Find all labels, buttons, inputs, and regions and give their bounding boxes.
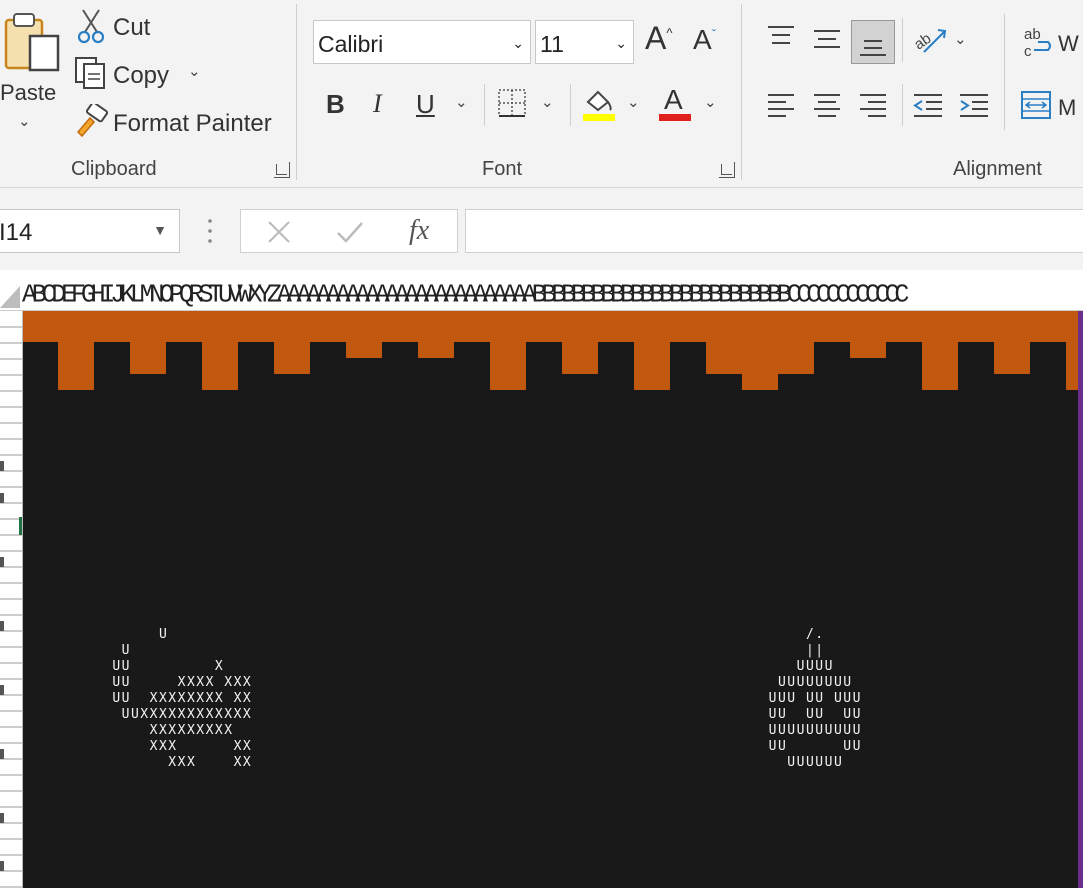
copy-button[interactable]: Copy xyxy=(113,62,169,90)
underline-button[interactable]: U xyxy=(416,89,435,120)
alignment-separator xyxy=(1004,14,1005,130)
alignment-separator xyxy=(902,18,903,62)
svg-text:ab: ab xyxy=(1024,26,1041,43)
paste-icon[interactable] xyxy=(2,12,60,72)
name-box[interactable]: I14 ▼ xyxy=(0,209,180,253)
formula-input[interactable] xyxy=(465,209,1083,253)
enemy-sprite-right: /. || UUUU UUUUUUUU UUU UU UUU UU UU UU … xyxy=(768,627,862,770)
game-canvas: U U UU X UU XXXX XXX UU XXXXXXXX XX UUXX… xyxy=(23,311,1078,888)
paste-button[interactable]: Paste xyxy=(0,80,56,106)
borders-icon[interactable] xyxy=(497,88,527,118)
bold-button[interactable]: B xyxy=(326,89,345,120)
cut-button[interactable]: Cut xyxy=(113,14,150,42)
fill-color-dropdown-chevron-icon[interactable]: ⌄ xyxy=(627,93,640,111)
orientation-dropdown-chevron-icon[interactable]: ⌄ xyxy=(954,30,967,48)
align-left-icon[interactable] xyxy=(766,92,796,118)
font-size-combo[interactable]: 11 ⌄ xyxy=(535,20,634,64)
format-painter-button[interactable]: Format Painter xyxy=(113,110,272,138)
merge-center-button[interactable]: M xyxy=(1058,95,1076,121)
font-separator xyxy=(484,84,485,126)
name-box-value: I14 xyxy=(0,219,33,246)
font-name-value: Calibri xyxy=(318,31,384,57)
ribbon-separator xyxy=(296,4,297,180)
alignment-group-label: Alignment xyxy=(953,158,1042,180)
vertical-dots-icon[interactable] xyxy=(206,216,214,246)
cut-icon[interactable] xyxy=(77,8,105,44)
select-all-corner-icon[interactable] xyxy=(0,280,22,310)
clipboard-dialog-launcher-icon[interactable] xyxy=(274,162,290,178)
wrap-text-icon[interactable]: ab c xyxy=(1022,24,1056,60)
underline-dropdown-chevron-icon[interactable]: ⌄ xyxy=(455,93,468,111)
align-right-icon[interactable] xyxy=(858,92,888,118)
svg-text:ab: ab xyxy=(912,30,934,53)
insert-function-fx-icon[interactable]: fx xyxy=(409,215,429,247)
column-headers[interactable]: ABCDEFGHIJKLMNOPQRSTUVWXYZAAAAAAAAAAAAAA… xyxy=(0,270,1083,311)
font-dialog-launcher-icon[interactable] xyxy=(719,162,735,178)
copy-dropdown-chevron-icon[interactable]: ⌄ xyxy=(188,62,201,80)
chevron-down-icon[interactable]: ▼ xyxy=(153,222,167,238)
copy-icon[interactable] xyxy=(74,56,108,90)
svg-text:c: c xyxy=(1024,43,1032,60)
player-sprite-left: U U UU X UU XXXX XXX UU XXXXXXXX XX UUXX… xyxy=(112,627,253,770)
font-group-label: Font xyxy=(482,158,523,180)
decrease-font-size-icon[interactable]: Aˇ xyxy=(693,24,716,56)
font-color-swatch xyxy=(659,114,691,121)
row-headers[interactable] xyxy=(0,311,23,888)
format-painter-icon[interactable] xyxy=(74,101,109,138)
paste-dropdown-chevron-icon[interactable]: ⌄ xyxy=(18,112,31,130)
chevron-down-icon: ⌄ xyxy=(615,35,627,51)
font-name-combo[interactable]: Calibri ⌄ xyxy=(313,20,531,64)
formula-buttons: fx xyxy=(240,209,458,253)
increase-font-size-icon[interactable]: A^ xyxy=(645,20,672,57)
bottom-align-icon[interactable] xyxy=(851,20,895,64)
font-color-button[interactable]: A xyxy=(664,84,683,116)
increase-indent-icon[interactable] xyxy=(958,92,990,118)
column-header-letters: ABCDEFGHIJKLMNOPQRSTUVWXYZAAAAAAAAAAAAAA… xyxy=(22,279,909,310)
borders-dropdown-chevron-icon[interactable]: ⌄ xyxy=(541,93,554,111)
italic-button[interactable]: I xyxy=(373,89,382,119)
skyline xyxy=(23,311,1078,390)
font-separator xyxy=(570,84,571,126)
wrap-text-button[interactable]: W xyxy=(1058,31,1079,57)
cancel-icon[interactable] xyxy=(265,218,293,251)
alignment-separator xyxy=(902,84,903,126)
ribbon: Paste ⌄ Cut Copy ⌄ Format Painter Clipbo… xyxy=(0,0,1083,188)
row-header-ticks xyxy=(0,326,22,888)
decrease-indent-icon[interactable] xyxy=(912,92,944,118)
top-align-icon[interactable] xyxy=(766,24,796,48)
font-color-dropdown-chevron-icon[interactable]: ⌄ xyxy=(704,93,717,111)
merge-center-icon[interactable] xyxy=(1020,90,1052,120)
chevron-down-icon: ⌄ xyxy=(512,35,524,51)
enter-check-icon[interactable] xyxy=(335,218,365,251)
orientation-icon[interactable]: ab xyxy=(911,22,948,56)
middle-align-icon[interactable] xyxy=(812,28,842,52)
align-center-icon[interactable] xyxy=(812,92,842,118)
ribbon-separator xyxy=(741,4,742,180)
font-size-value: 11 xyxy=(540,31,564,57)
sheet-right-border xyxy=(1078,311,1083,888)
clipboard-group-label: Clipboard xyxy=(71,158,157,180)
fill-color-icon[interactable] xyxy=(582,86,616,122)
